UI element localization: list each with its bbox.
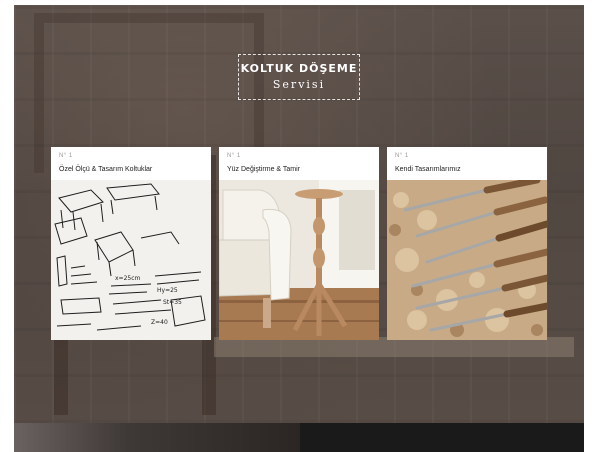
- svg-text:Z=40: Z=40: [151, 319, 168, 326]
- next-section-image-right: [300, 423, 584, 452]
- svg-text:St=35: St=35: [163, 299, 182, 306]
- sketch-drawings-image[interactable]: x=25cm Hy=25 St=35 Z=40: [51, 180, 211, 340]
- card-number: N° 1: [227, 153, 241, 159]
- section-subtitle: Servisi: [272, 78, 326, 91]
- card-number: N° 1: [395, 153, 409, 159]
- section-title: KOLTUK DÖŞEME: [240, 62, 358, 75]
- service-card-own-designs[interactable]: N° 1 Kendi Tasarımlarımız: [387, 147, 547, 340]
- card-title[interactable]: Kendi Tasarımlarımız: [395, 166, 461, 173]
- service-card-reupholstery[interactable]: N° 1 Yüz Değiştirme & Tamir: [219, 147, 379, 340]
- card-number: N° 1: [59, 153, 73, 159]
- white-armchair-image[interactable]: [219, 180, 379, 340]
- section-title-box: KOLTUK DÖŞEME Servisi: [238, 54, 360, 100]
- svg-text:x=25cm: x=25cm: [115, 275, 141, 282]
- service-card-custom-design[interactable]: N° 1 Özel Ölçü & Tasarım Koltuklar x=25c…: [51, 147, 211, 340]
- carving-chisels-image[interactable]: [387, 180, 547, 340]
- next-section-image-left: [14, 423, 300, 452]
- background-bench: [214, 337, 574, 357]
- svg-text:Hy=25: Hy=25: [157, 287, 178, 294]
- card-title[interactable]: Özel Ölçü & Tasarım Koltuklar: [59, 166, 152, 173]
- card-title[interactable]: Yüz Değiştirme & Tamir: [227, 166, 300, 173]
